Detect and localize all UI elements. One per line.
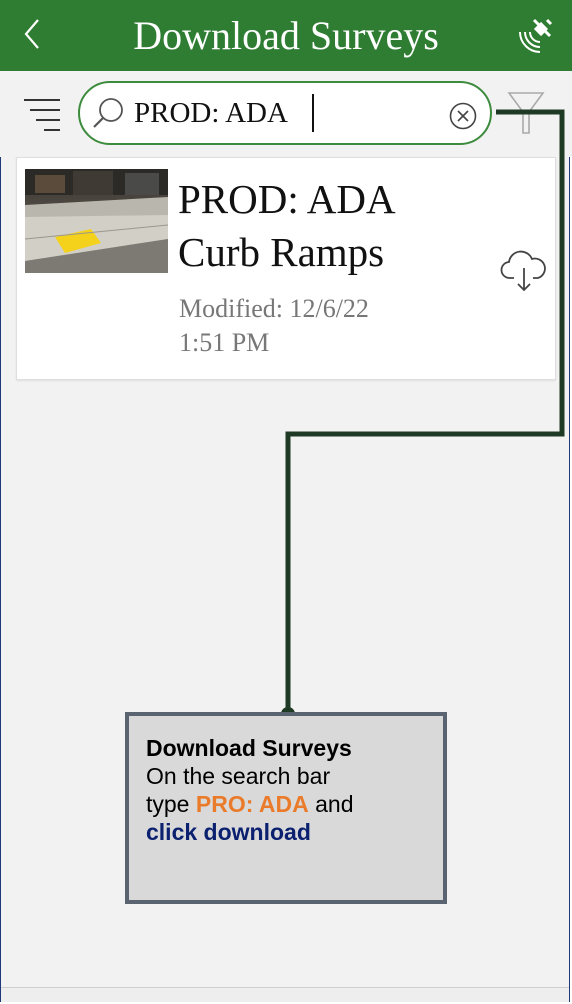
survey-modified-time: 1:51 PM bbox=[179, 328, 270, 357]
search-input[interactable] bbox=[134, 92, 434, 134]
callout-line-2: type PRO: ADA and bbox=[146, 790, 436, 818]
satellite-icon bbox=[519, 18, 553, 53]
page-title: Download Surveys bbox=[133, 13, 439, 58]
clear-circle-icon bbox=[449, 102, 477, 130]
search-icon bbox=[92, 96, 126, 130]
sort-lines-icon bbox=[24, 99, 60, 131]
gps-status-button[interactable] bbox=[514, 18, 554, 58]
callout-action: click download bbox=[146, 819, 311, 845]
cloud-download-icon bbox=[500, 250, 546, 292]
filter-icon bbox=[507, 92, 545, 134]
survey-title-line-2: Curb Ramps bbox=[178, 229, 385, 275]
text-cursor bbox=[312, 94, 314, 132]
callout-highlight-query: PRO: ADA bbox=[195, 791, 309, 817]
instruction-text: Download Surveys On the search bar type … bbox=[146, 734, 436, 846]
bottom-bar bbox=[1, 987, 569, 1002]
survey-title: PROD: ADA Curb Ramps bbox=[178, 173, 488, 279]
survey-modified-date: Modified: 12/6/22 bbox=[179, 294, 369, 323]
survey-thumbnail bbox=[24, 169, 169, 273]
callout-line-2-prefix: type bbox=[146, 791, 196, 817]
callout-line-2-suffix: and bbox=[308, 791, 354, 817]
download-button[interactable] bbox=[500, 248, 548, 294]
survey-modified: Modified: 12/6/22 1:51 PM bbox=[179, 292, 489, 360]
callout-line-1: On the search bar bbox=[146, 763, 331, 789]
callout-heading: Download Surveys bbox=[146, 735, 352, 761]
survey-title-line-1: PROD: ADA bbox=[178, 176, 396, 222]
sort-button[interactable] bbox=[22, 94, 62, 136]
filter-button[interactable] bbox=[506, 90, 546, 136]
clear-search-button[interactable] bbox=[448, 101, 478, 131]
